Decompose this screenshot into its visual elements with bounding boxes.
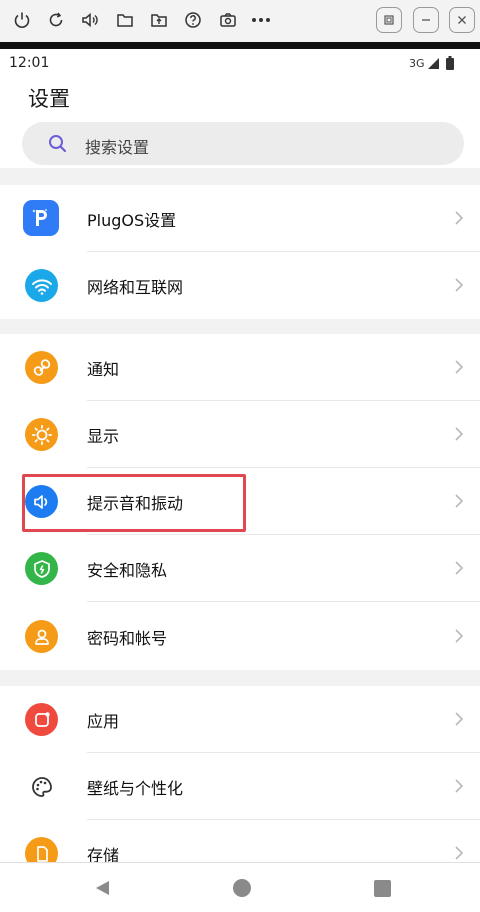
- section-divider: [0, 670, 480, 686]
- settings-item-label: 安全和隐私: [87, 561, 168, 580]
- settings-item-plugos[interactable]: PlugOS设置: [0, 185, 480, 252]
- chevron-right-icon: [455, 779, 464, 793]
- back-icon[interactable]: [93, 879, 111, 897]
- section-divider: [0, 319, 480, 334]
- settings-item-accounts[interactable]: 密码和帐号: [0, 603, 480, 670]
- settings-item-label: 壁纸与个性化: [87, 779, 184, 798]
- chevron-right-icon: [455, 712, 464, 726]
- navigation-bar: [0, 862, 480, 912]
- settings-item-label: 通知: [87, 360, 120, 379]
- search-icon: [49, 135, 67, 153]
- status-bar: 12:01 3G: [0, 49, 480, 77]
- chevron-right-icon: [455, 494, 464, 508]
- help-icon[interactable]: [182, 9, 204, 31]
- apps-icon: [25, 703, 58, 736]
- folder-open-icon[interactable]: [148, 9, 170, 31]
- sun-icon: [25, 418, 58, 451]
- network-indicator: 3G: [409, 57, 425, 70]
- device-top-bezel: [0, 42, 480, 49]
- home-icon[interactable]: [232, 878, 252, 898]
- volume-icon[interactable]: [79, 9, 101, 31]
- emulator-toolbar: [0, 0, 480, 42]
- settings-item-label: 显示: [87, 427, 120, 446]
- screenshot-icon[interactable]: [217, 9, 239, 31]
- chevron-right-icon: [455, 561, 464, 575]
- chevron-right-icon: [455, 629, 464, 643]
- chevron-right-icon: [455, 360, 464, 374]
- page-title: 设置: [28, 87, 70, 111]
- power-icon[interactable]: [11, 9, 33, 31]
- highlight-box: [22, 474, 246, 532]
- chevron-right-icon: [455, 427, 464, 441]
- close-icon[interactable]: [449, 7, 475, 33]
- signal-icon: [428, 58, 439, 69]
- settings-item-label: 应用: [87, 712, 120, 731]
- status-time: 12:01: [9, 55, 50, 71]
- search-placeholder: 搜索设置: [85, 138, 150, 157]
- row-separator: [87, 601, 480, 602]
- rotate-icon[interactable]: [45, 9, 67, 31]
- recents-icon[interactable]: [374, 880, 391, 897]
- wifi-icon: [25, 269, 58, 302]
- plugos-icon: [23, 200, 59, 236]
- settings-item-network[interactable]: 网络和互联网: [0, 252, 480, 319]
- settings-item-label: 网络和互联网: [87, 278, 184, 297]
- battery-icon: [446, 56, 454, 70]
- folder-icon[interactable]: [114, 9, 136, 31]
- notification-icon: [25, 351, 58, 384]
- chevron-right-icon: [455, 278, 464, 292]
- settings-item-notifications[interactable]: 通知: [0, 334, 480, 401]
- palette-icon: [25, 770, 58, 803]
- more-icon[interactable]: [250, 9, 272, 31]
- settings-item-label: PlugOS设置: [87, 211, 177, 230]
- settings-item-security[interactable]: 安全和隐私: [0, 535, 480, 602]
- restore-icon[interactable]: [376, 7, 402, 33]
- shield-icon: [25, 552, 58, 585]
- chevron-right-icon: [455, 846, 464, 860]
- settings-item-display[interactable]: 显示: [0, 401, 480, 468]
- account-icon: [25, 620, 58, 653]
- minimize-icon[interactable]: [413, 7, 439, 33]
- chevron-right-icon: [455, 211, 464, 225]
- section-divider: [0, 168, 480, 185]
- settings-item-apps[interactable]: 应用: [0, 686, 480, 753]
- settings-item-wallpaper[interactable]: 壁纸与个性化: [0, 753, 480, 820]
- search-input[interactable]: 搜索设置: [22, 122, 464, 165]
- settings-item-label: 密码和帐号: [87, 629, 168, 648]
